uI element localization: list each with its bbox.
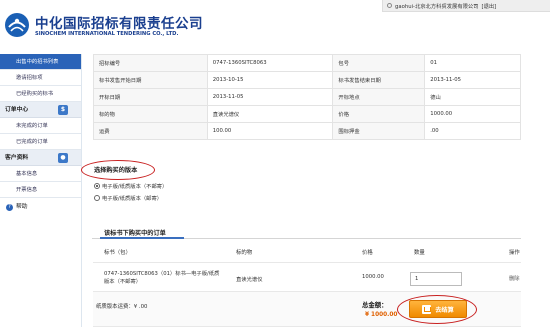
sidebar-section-customer: 客户资料 ● (0, 150, 81, 166)
help-icon: ? (6, 203, 13, 211)
version-option-mail[interactable]: 电子版/纸质版本（邮寄） (94, 194, 162, 202)
version-option-no-mail[interactable]: 电子版/纸质版本（不邮寄） (94, 182, 167, 190)
label-cell: 开标地点 (332, 88, 426, 106)
label-cell: 招标编号 (93, 54, 208, 72)
user-info: gaohui-北京北方科贸发展有限公司 (395, 3, 479, 10)
company-name-cn: 中化国际招标有限责任公司 (35, 16, 203, 32)
table-row: 运费 100.00 围标押金 .00 (93, 122, 521, 140)
header-item: 标的物 (236, 250, 253, 256)
highlight-ellipse (397, 295, 477, 324)
label-cell: 运费 (93, 122, 208, 140)
header-qty: 数量 (414, 250, 425, 256)
value-cell: 1000.00 (424, 105, 521, 123)
sidebar-item-unfinished-orders[interactable]: 未完成的订单 (0, 118, 81, 134)
sidebar-item-basic-info[interactable]: 基本信息 (0, 166, 81, 182)
sidebar: 出售中的招书列表 邀请招标项 已经购买的标书 订单中心 $ 未完成的订单 已完成… (0, 54, 82, 327)
order-price: 1000.00 (362, 274, 384, 280)
section-title: 客户资料 (5, 155, 29, 161)
shipping-fee: 纸质版本运费：¥ .00 (96, 304, 148, 310)
header-code: 标书（包） (104, 250, 131, 256)
sidebar-item-on-sale[interactable]: 出售中的招书列表 (0, 54, 81, 70)
label-cell: 价格 (332, 105, 426, 123)
table-row: 开标日期 2013-11-05 开标地点 德山 (93, 88, 521, 106)
sidebar-item-invoice-info[interactable]: 开票信息 (0, 182, 81, 198)
label-cell: 标书发售开始日期 (93, 71, 208, 89)
label-cell: 围标押金 (332, 122, 426, 140)
radio-icon[interactable] (94, 183, 100, 189)
total-label: 总金额： (362, 301, 388, 309)
label-cell: 标书发售结束日期 (332, 71, 426, 89)
label-cell: 标的物 (93, 105, 208, 123)
sidebar-section-order-center: 订单中心 $ (0, 102, 81, 118)
label-cell: 包号 (332, 54, 426, 72)
highlight-ellipse (81, 160, 155, 180)
tender-info-table: 招标编号 0747-1360SITC8063 包号 01 标书发售开始日期 20… (93, 54, 521, 140)
radio-icon[interactable] (94, 195, 100, 201)
user-icon (387, 3, 392, 8)
value-cell: 2013-10-15 (206, 71, 334, 89)
order-section-title: 该标书下购买中的订单 (104, 230, 166, 237)
table-row: 标的物 直读光谱仪 价格 1000.00 (93, 105, 521, 123)
table-row: 标书发售开始日期 2013-10-15 标书发售结束日期 2013-11-05 (93, 71, 521, 89)
value-cell: 0747-1360SITC8063 (206, 54, 334, 72)
company-logo-icon (5, 13, 29, 37)
value-cell: 100.00 (206, 122, 334, 140)
header: 中化国际招标有限责任公司 SINOCHEM INTERNATIONAL TEND… (0, 0, 550, 48)
user-icon: ● (58, 153, 68, 163)
option-label: 电子版/纸质版本（邮寄） (102, 196, 163, 202)
quantity-input[interactable]: 1 (410, 272, 462, 286)
sidebar-item-invited[interactable]: 邀请招标项 (0, 70, 81, 86)
value-cell: 01 (424, 54, 521, 72)
company-name-en: SINOCHEM INTERNATIONAL TENDERING CO., LT… (35, 31, 179, 37)
sidebar-item-help[interactable]: ? 帮助 (0, 198, 81, 216)
value-cell: 德山 (424, 88, 521, 106)
section-title: 订单中心 (5, 107, 29, 113)
value-cell: .00 (424, 122, 521, 140)
option-label: 电子版/纸质版本（不邮寄） (102, 184, 168, 190)
help-label: 帮助 (16, 204, 28, 210)
value-cell: 直读光谱仪 (206, 105, 334, 123)
title-underline (100, 237, 184, 239)
order-icon: $ (58, 105, 68, 115)
user-bar: gaohui-北京北方科贸发展有限公司 [退出] (382, 0, 550, 12)
sidebar-item-finished-orders[interactable]: 已完成的订单 (0, 134, 81, 150)
header-op: 操作 (509, 250, 520, 256)
total-value: ¥ 1000.00 (365, 312, 398, 318)
order-code: 0747-1360SITC8063（01）标书—电子版/纸质版本（不邮寄） (104, 271, 220, 285)
value-cell: 2013-11-05 (206, 88, 334, 106)
sidebar-item-purchased[interactable]: 已经购买的标书 (0, 86, 81, 102)
value-cell: 2013-11-05 (424, 71, 521, 89)
header-price: 价格 (362, 250, 373, 256)
order-item: 直读光谱仪 (236, 277, 263, 283)
table-row: 招标编号 0747-1360SITC8063 包号 01 (93, 54, 521, 72)
logout-link[interactable]: [退出] (482, 2, 497, 10)
delete-link[interactable]: 删除 (509, 274, 520, 282)
label-cell: 开标日期 (93, 88, 208, 106)
